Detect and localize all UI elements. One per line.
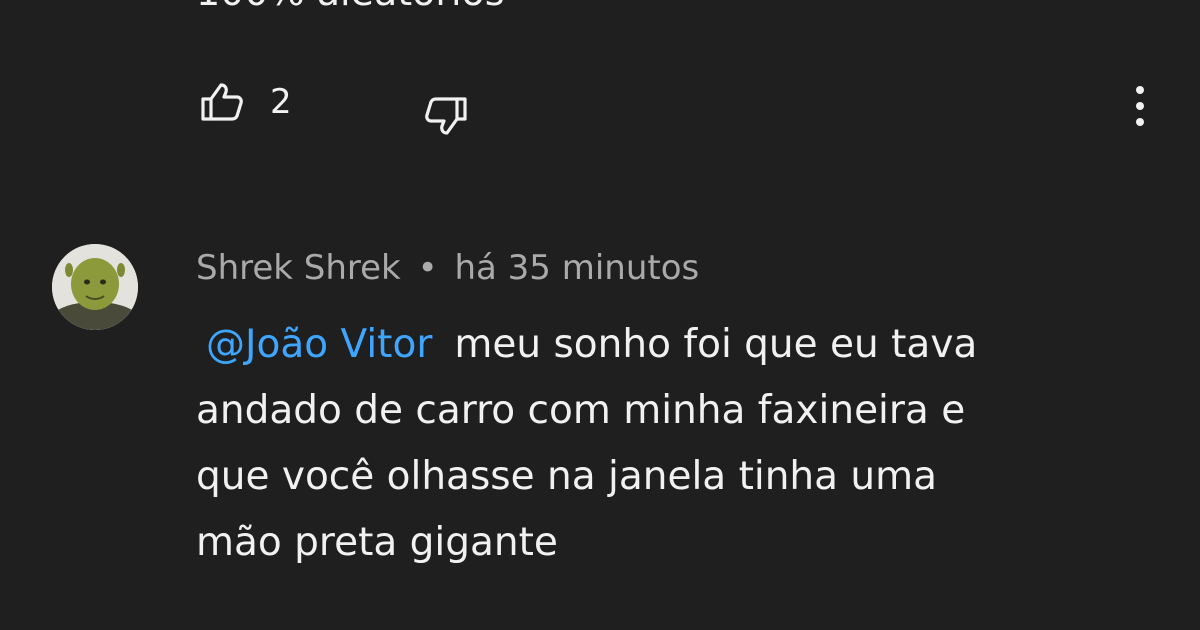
comment-text-line: andado de carro com minha faxineira e [196,388,966,433]
more-vert-icon [1136,86,1144,126]
dislike-button[interactable] [422,92,470,140]
comment-text-line: meu sonho foi que eu tava [454,322,978,367]
thumbs-down-icon [425,97,467,135]
meta-separator: • [417,248,438,288]
comment-meta: Shrek Shrek • há 35 minutos [196,248,699,288]
comment-body: @João Vitor meu sonho foi que eu tava and… [196,312,1136,576]
shrek-avatar-icon [52,244,138,330]
user-mention-link[interactable]: @João Vitor [196,322,454,367]
like-button[interactable] [198,78,246,126]
more-options-button[interactable] [1116,82,1164,130]
author-name[interactable]: Shrek Shrek [196,248,401,288]
comment-text-line: mão preta gigante [196,520,558,565]
avatar[interactable] [52,244,138,330]
thumbs-up-icon [201,83,243,121]
like-count: 2 [270,82,292,122]
comment-action-bar: 2 [198,78,1158,135]
comment-line-1: @João Vitor meu sonho foi que eu tava [196,312,1136,378]
previous-comment-text: 100% aleatórios [196,0,505,14]
comment-timestamp[interactable]: há 35 minutos [454,248,699,288]
comment-text-line: que você olhasse na janela tinha uma [196,454,938,499]
